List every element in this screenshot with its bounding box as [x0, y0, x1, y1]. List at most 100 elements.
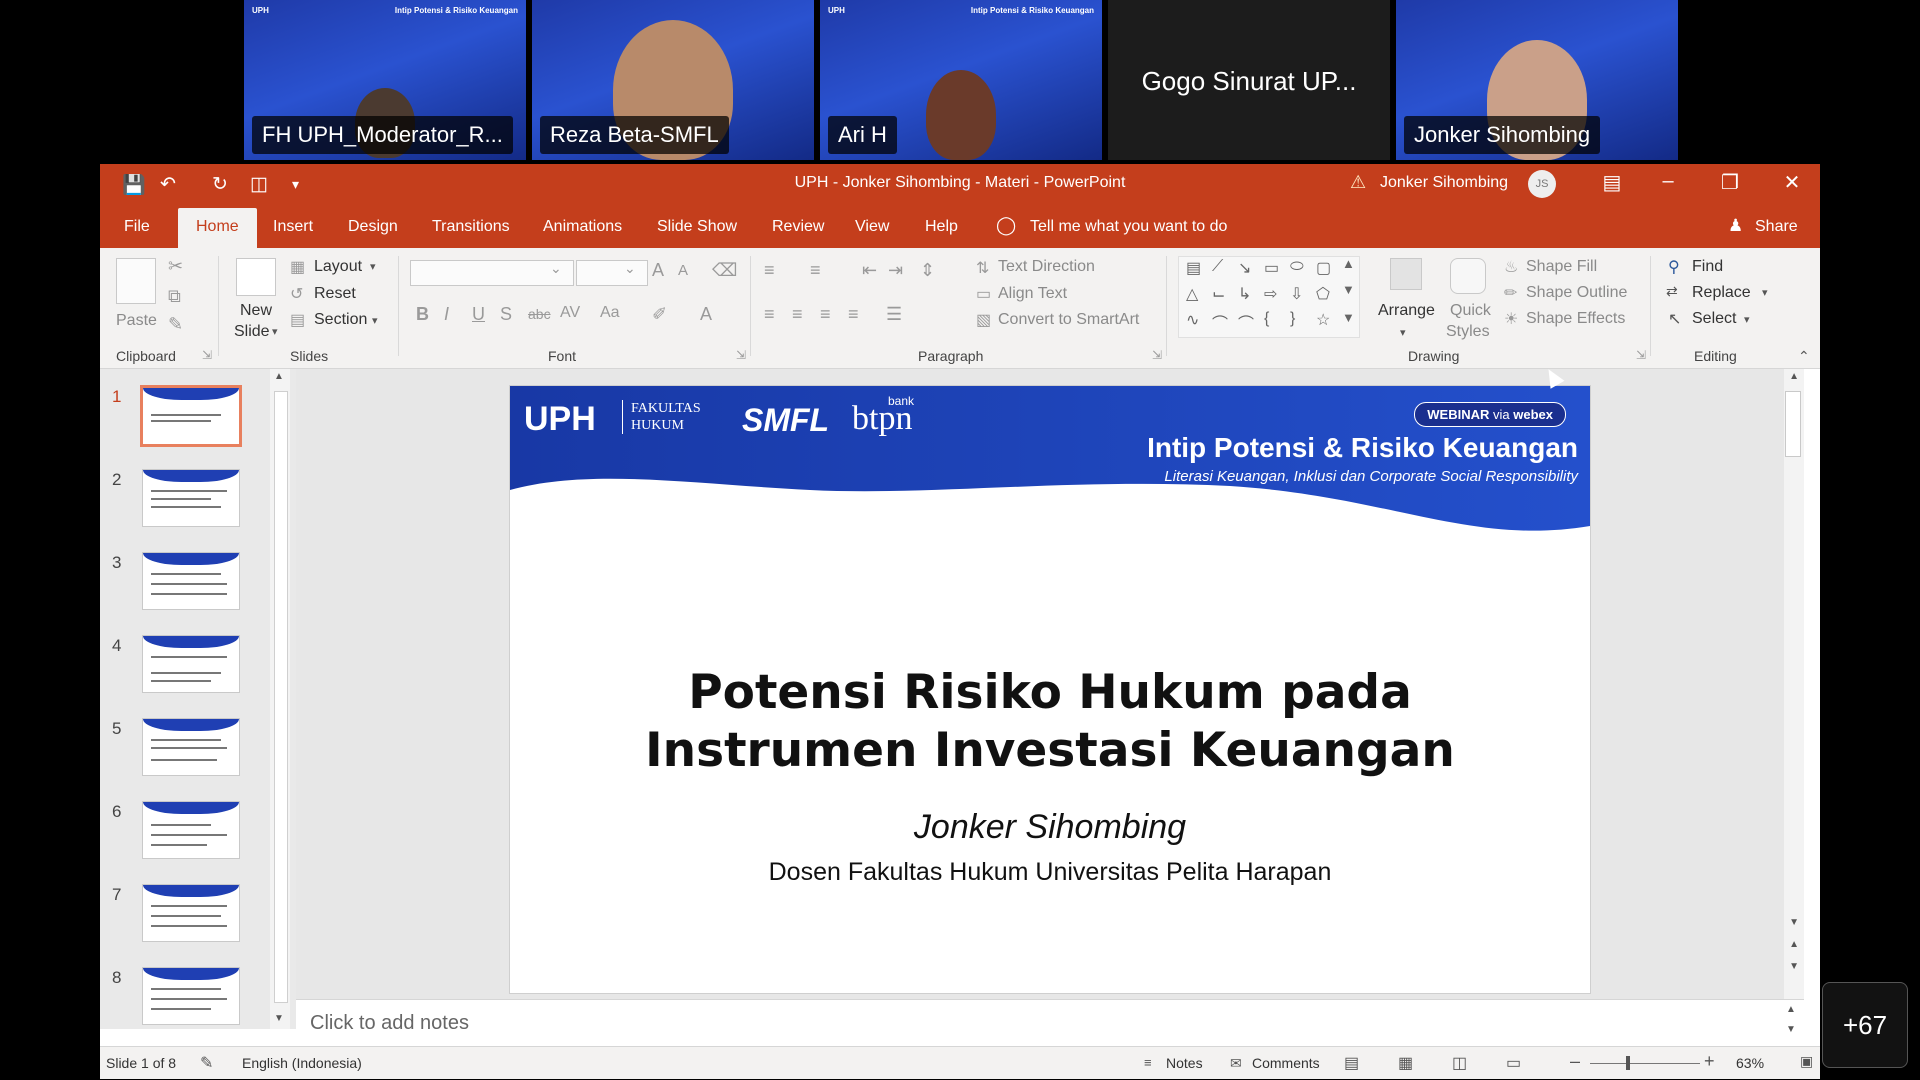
shadow-icon[interactable]: S — [500, 304, 512, 325]
thumbnail-slide-8[interactable] — [142, 967, 240, 1025]
tab-slide-show[interactable]: Slide Show — [657, 218, 737, 236]
slide-affiliation[interactable]: Dosen Fakultas Hukum Universitas Pelita … — [510, 858, 1590, 887]
new-slide-icon[interactable] — [236, 258, 276, 296]
dialog-launcher-icon[interactable]: ⇲ — [736, 348, 746, 362]
more-shapes-icon[interactable]: ▼ — [1342, 310, 1355, 325]
oval-icon[interactable]: ⬭ — [1290, 258, 1304, 276]
quick-styles-label[interactable]: Quick — [1450, 302, 1491, 320]
reset-button[interactable]: Reset — [314, 285, 356, 303]
paint-bucket-icon[interactable]: ♨ — [1504, 257, 1518, 277]
right-brace-icon[interactable]: } — [1290, 310, 1295, 328]
increase-indent-icon[interactable]: ⇥ — [888, 260, 903, 281]
scroll-down-icon[interactable]: ▼ — [274, 1013, 284, 1024]
thumbnail-slide-6[interactable] — [142, 801, 240, 859]
tab-review[interactable]: Review — [772, 218, 824, 236]
thumbnail-slide-3[interactable] — [142, 552, 240, 610]
decrease-font-icon[interactable]: A — [678, 262, 688, 279]
rectangle-icon[interactable]: ▭ — [1264, 258, 1279, 278]
dialog-launcher-icon[interactable]: ⇲ — [202, 348, 212, 362]
scrollbar-thumb[interactable] — [1785, 391, 1801, 457]
new-slide-label[interactable]: New — [240, 302, 272, 320]
tab-home[interactable]: Home — [178, 208, 257, 248]
arrow-line-icon[interactable]: ↘ — [1238, 258, 1251, 278]
tab-animations[interactable]: Animations — [543, 218, 622, 236]
italic-icon[interactable]: I — [444, 304, 449, 325]
tab-transitions[interactable]: Transitions — [432, 218, 510, 236]
tab-insert[interactable]: Insert — [273, 218, 313, 236]
arc-icon[interactable]: ⌒ — [1212, 310, 1228, 334]
numbering-icon[interactable]: ≡ — [810, 260, 821, 281]
reading-view-icon[interactable]: ◫ — [1452, 1053, 1467, 1073]
next-slide-icon[interactable]: ▼ — [1789, 961, 1799, 972]
paste-icon[interactable] — [116, 258, 156, 304]
strikethrough-icon[interactable]: abc — [528, 306, 551, 322]
select-button[interactable]: Select — [1692, 310, 1736, 328]
user-name[interactable]: Jonker Sihombing — [1380, 174, 1508, 192]
restore-icon[interactable]: ❐ — [1710, 170, 1750, 195]
zoom-out-icon[interactable]: – — [1570, 1051, 1580, 1072]
bullets-icon[interactable]: ≡ — [764, 260, 775, 281]
format-painter-icon[interactable]: ✎ — [168, 314, 183, 335]
quick-styles-icon[interactable] — [1450, 258, 1486, 294]
thumbnail-slide-2[interactable] — [142, 469, 240, 527]
scroll-up-icon[interactable]: ▲ — [1786, 1004, 1796, 1015]
rounded-rectangle-icon[interactable]: ▢ — [1316, 258, 1331, 278]
thumbnail-slide-5[interactable] — [142, 718, 240, 776]
quick-styles-label[interactable]: Styles — [1446, 323, 1490, 341]
notes-icon[interactable]: ≡ — [1144, 1055, 1152, 1070]
comments-button[interactable]: Comments — [1252, 1055, 1320, 1071]
section-button[interactable]: Section — [314, 311, 367, 329]
slide-sorter-icon[interactable]: ▦ — [1398, 1053, 1413, 1073]
layout-button[interactable]: Layout — [314, 258, 362, 276]
scrollbar-thumb[interactable] — [274, 391, 288, 1003]
participant-tile[interactable]: Reza Beta-SMFL — [532, 0, 814, 160]
highlight-icon[interactable]: ✐ — [652, 304, 667, 325]
participant-tile[interactable]: Jonker Sihombing — [1396, 0, 1678, 160]
scroll-down-icon[interactable]: ▼ — [1342, 282, 1355, 297]
smartart-icon[interactable]: ▧ — [976, 310, 991, 330]
text-box-icon[interactable]: ▤ — [1186, 258, 1201, 278]
align-right-icon[interactable]: ≡ — [820, 304, 831, 325]
cut-icon[interactable]: ✂ — [168, 256, 183, 277]
align-text-icon[interactable]: ▭ — [976, 284, 991, 304]
bold-icon[interactable]: B — [416, 304, 429, 325]
dialog-launcher-icon[interactable]: ⇲ — [1152, 348, 1162, 362]
slide-title[interactable]: Potensi Risiko Hukum pada Instrumen Inves… — [510, 664, 1590, 780]
search-icon[interactable]: ⚲ — [1668, 257, 1680, 277]
arrange-icon[interactable] — [1390, 258, 1422, 290]
zoom-in-icon[interactable]: + — [1704, 1051, 1715, 1072]
more-participants-button[interactable]: +67 — [1822, 982, 1908, 1068]
cursor-icon[interactable]: ↖ — [1668, 309, 1681, 329]
warning-icon[interactable]: ⚠ — [1350, 172, 1366, 193]
shape-effects-button[interactable]: Shape Effects — [1526, 310, 1625, 328]
freeform-icon[interactable]: ⬠ — [1316, 284, 1330, 304]
section-icon[interactable]: ▤ — [290, 310, 305, 330]
avatar[interactable]: JS — [1528, 170, 1556, 198]
convert-smartart-button[interactable]: Convert to SmartArt — [998, 311, 1139, 329]
clear-formatting-icon[interactable]: ⌫ — [712, 260, 737, 281]
tab-file[interactable]: File — [124, 218, 150, 236]
zoom-slider[interactable] — [1590, 1063, 1700, 1064]
scroll-down-icon[interactable]: ▼ — [1789, 917, 1799, 928]
scroll-up-icon[interactable]: ▲ — [1789, 371, 1799, 382]
elbow-arrow-icon[interactable]: ↳ — [1238, 284, 1251, 304]
participant-tile[interactable]: UPH Intip Potensi & Risiko Keuangan Ari H — [820, 0, 1102, 160]
down-arrow-icon[interactable]: ⇩ — [1290, 284, 1303, 304]
elbow-connector-icon[interactable]: ⌙ — [1212, 284, 1225, 304]
align-text-button[interactable]: Align Text — [998, 285, 1067, 303]
participant-tile[interactable]: UPH Intip Potensi & Risiko Keuangan FH UP… — [244, 0, 526, 160]
font-color-icon[interactable]: A — [700, 304, 712, 325]
participant-tile[interactable]: Gogo Sinurat UP... — [1108, 0, 1390, 160]
dialog-launcher-icon[interactable]: ⇲ — [1636, 348, 1646, 362]
normal-view-icon[interactable]: ▤ — [1344, 1053, 1359, 1073]
close-icon[interactable]: ✕ — [1772, 170, 1812, 195]
tab-design[interactable]: Design — [348, 218, 398, 236]
increase-font-icon[interactable]: A — [652, 260, 664, 281]
columns-icon[interactable]: ☰ — [886, 304, 902, 325]
line-icon[interactable]: ⟋ — [1212, 258, 1223, 276]
curve-icon[interactable]: ⌒ — [1238, 310, 1254, 334]
tab-help[interactable]: Help — [925, 218, 958, 236]
zoom-level[interactable]: 63% — [1736, 1055, 1764, 1071]
copy-icon[interactable]: ⧉ — [168, 286, 181, 307]
font-size-select[interactable] — [576, 260, 648, 286]
